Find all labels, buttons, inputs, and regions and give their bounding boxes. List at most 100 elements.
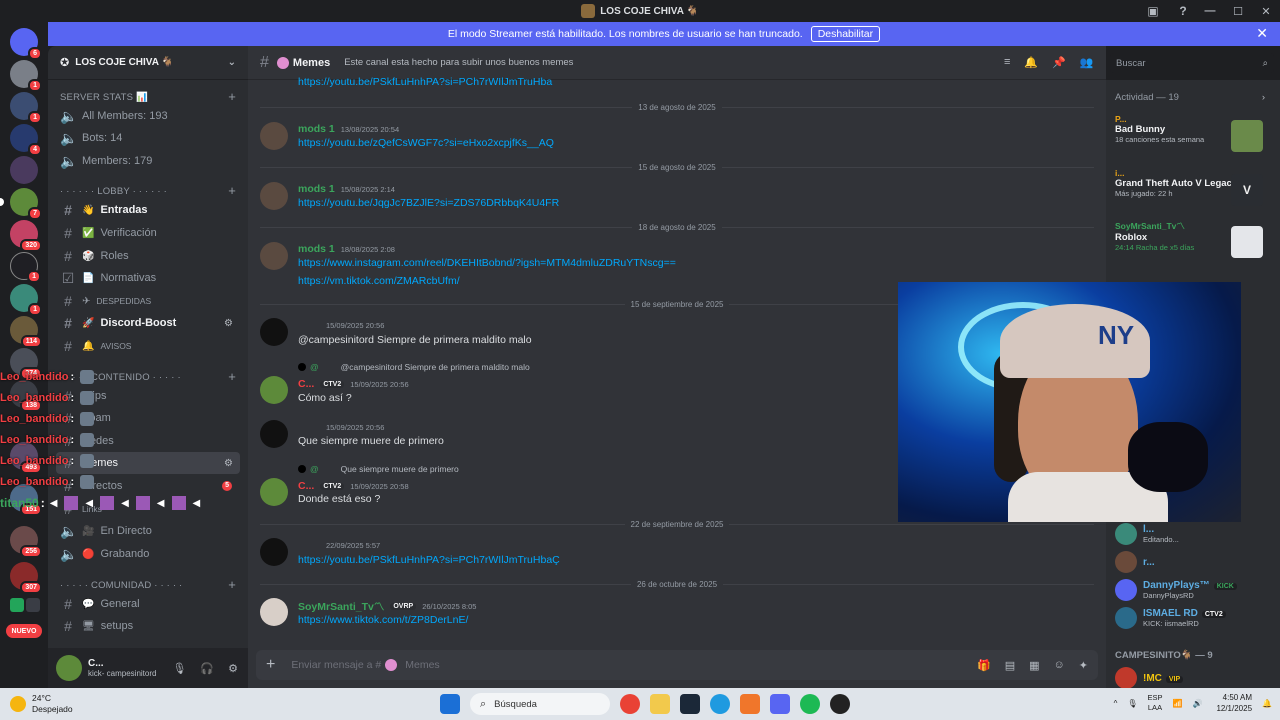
headphones-icon[interactable]: 🎧 (200, 662, 214, 675)
message-composer[interactable]: + Enviar mensaje a # Memes 🎁 ▤ ▦ ☺ ✦ (256, 650, 1098, 680)
close-window-button[interactable]: ✕ (1252, 0, 1280, 22)
avatar[interactable] (260, 242, 288, 270)
threads-icon[interactable]: ≡ (1004, 56, 1010, 69)
add-attachment-icon[interactable]: + (266, 656, 275, 674)
minimize-button[interactable]: — (1196, 0, 1224, 22)
channel-settings-icon[interactable]: ⚙ (224, 318, 236, 329)
server-icon[interactable]: 307 (10, 562, 42, 594)
activity-header[interactable]: Actividad — 19 › (1115, 92, 1265, 103)
channel-discord-boost[interactable]: # 🚀 Discord-Boost ⚙ (56, 312, 240, 334)
file-explorer-icon[interactable] (650, 694, 670, 714)
avatar[interactable] (260, 538, 288, 566)
server-icon[interactable]: 1 (10, 92, 42, 124)
clock[interactable]: 4:50 AM 12/1/2025 (1216, 692, 1252, 714)
add-channel-icon[interactable]: + (228, 370, 236, 383)
avatar[interactable] (260, 182, 288, 210)
message-link[interactable]: https://vm.tiktok.com/ZMARcbUfm/ (298, 275, 460, 287)
reply-preview[interactable]: @ Que siempre muere de primero (298, 464, 459, 474)
discord-icon[interactable] (770, 694, 790, 714)
author-name[interactable]: C... (298, 480, 314, 492)
activity-card[interactable]: i... Grand Theft Auto V Legacy Más jugad… (1115, 168, 1263, 214)
avatar[interactable] (260, 598, 288, 626)
server-icon[interactable]: 256 (10, 526, 42, 558)
inbox-icon[interactable]: ▣ (1145, 3, 1161, 19)
wifi-icon[interactable]: 📶 (1173, 699, 1183, 708)
category-server-stats[interactable]: SERVER STATS 📊 + (60, 90, 236, 103)
server-icon[interactable] (10, 156, 38, 184)
voice-stat-members[interactable]: 🔈 Members: 179 (56, 150, 240, 172)
weather-widget[interactable]: 24°C Despejado (10, 693, 73, 715)
discord-home-icon[interactable]: 6 (10, 28, 42, 60)
microphone-icon[interactable]: 🎙 (1127, 699, 1137, 708)
member-item[interactable]: ISMAEL RD CTV2 KICK: iismaelRD (1115, 606, 1277, 630)
server-header[interactable]: ✪ LOS COJE CHIVA 🐐 ⌄ (48, 46, 248, 80)
message-link[interactable]: https://www.instagram.com/reel/DKEHItBob… (298, 257, 676, 269)
volume-icon[interactable]: 🔊 (1192, 699, 1202, 708)
server-icon[interactable]: 7 (0, 188, 42, 220)
channel-verificacion[interactable]: # ✅ Verificación (56, 222, 240, 244)
start-icon[interactable] (440, 694, 460, 714)
voice-grabando[interactable]: 🔈 🔴 Grabando (56, 543, 240, 565)
apps-icon[interactable]: ✦ (1079, 659, 1088, 672)
close-banner-icon[interactable]: ✕ (1256, 25, 1268, 42)
member-item[interactable]: DannyPlays™ KICK DannyPlaysRD (1115, 578, 1277, 602)
sticker-icon[interactable]: ▦ (1029, 659, 1039, 672)
channel-settings-icon[interactable]: ⚙ (224, 458, 236, 469)
gift-icon[interactable]: 🎁 (977, 659, 991, 672)
channel-roles[interactable]: # 🎲 Roles (56, 245, 240, 267)
spotify-icon[interactable] (800, 694, 820, 714)
server-icon[interactable]: 1 (10, 60, 42, 92)
channel-setups[interactable]: # 🖥 setups (56, 615, 240, 637)
author-name[interactable]: SoyMrSanti_Tv〽 (298, 599, 384, 614)
bell-icon[interactable]: 🔔 (1024, 56, 1038, 69)
message-link[interactable]: https://youtu.be/zQefCsWGF7c?si=eHxo2xcp… (298, 137, 554, 149)
activity-card[interactable]: P... Bad Bunny 18 canciones esta semana (1115, 114, 1263, 160)
server-icon[interactable]: 114 (10, 316, 42, 348)
help-icon[interactable]: ? (1175, 3, 1191, 19)
author-name[interactable]: mods 1 (298, 183, 335, 195)
composer-placeholder[interactable]: Enviar mensaje a # (291, 659, 381, 671)
activity-card[interactable]: SoyMrSanti_Tv〽 Roblox 24:14 Racha de x5 … (1115, 220, 1263, 266)
message-link[interactable]: https://youtu.be/JqgJc7BZJlE?si=ZDS76DRb… (298, 197, 559, 209)
reply-preview[interactable]: @ @campesinitord Siempre de primera maldi… (298, 362, 530, 372)
add-channel-icon[interactable]: + (228, 578, 236, 591)
avatar[interactable] (260, 318, 288, 346)
disable-streamer-button[interactable]: Deshabilitar (810, 26, 881, 42)
user-avatar[interactable] (56, 655, 82, 681)
server-icon[interactable] (10, 598, 24, 612)
language-indicator[interactable]: ESP LAA (1147, 693, 1162, 713)
gif-icon[interactable]: ▤ (1005, 659, 1015, 672)
server-icon[interactable]: 4 (10, 124, 42, 156)
channel-normativas[interactable]: ☑ 📄 Normativas (56, 267, 240, 289)
server-icon[interactable]: 320 (10, 220, 42, 252)
member-item[interactable]: !MC VIP (1115, 666, 1277, 690)
category-lobby[interactable]: · · · · · · LOBBY · · · · · · + (60, 184, 236, 197)
add-channel-icon[interactable]: + (228, 184, 236, 197)
author-name[interactable]: mods 1 (298, 243, 335, 255)
channel-avisos[interactable]: # 🔔 AVISOS (56, 335, 240, 357)
settings-gear-icon[interactable]: ⚙ (228, 662, 238, 675)
notification-bell-icon[interactable]: 🔔 (1262, 699, 1272, 708)
message-link[interactable]: https://www.tiktok.com/t/ZP8DerLnE/ (298, 614, 468, 626)
app-icon[interactable] (740, 694, 760, 714)
avatar[interactable] (260, 420, 288, 448)
server-icon[interactable]: 1 (10, 252, 41, 283)
chrome-icon[interactable] (620, 694, 640, 714)
avatar[interactable] (260, 122, 288, 150)
channel-entradas[interactable]: # 👋 Entradas (56, 199, 240, 221)
member-item[interactable]: r... (1115, 550, 1277, 574)
category-comunidad[interactable]: · · · · · COMUNIDAD · · · · · + (60, 578, 236, 591)
add-channel-icon[interactable]: + (228, 90, 236, 103)
chevron-up-icon[interactable]: ^ (1114, 699, 1118, 708)
emoji-icon[interactable]: ☺ (1054, 659, 1065, 672)
channel-topic[interactable]: Este canal esta hecho para subir unos bu… (344, 57, 573, 68)
steam-icon[interactable] (680, 694, 700, 714)
members-icon[interactable]: 👥 (1080, 56, 1094, 69)
voice-en-directo[interactable]: 🔈 🎥 En Directo (56, 520, 240, 542)
author-name[interactable]: C... (298, 378, 314, 390)
channel-despedidas[interactable]: # ✈ DESPEDIDAS (56, 290, 240, 312)
obs-icon[interactable] (830, 694, 850, 714)
message-link[interactable]: https://youtu.be/PSkfLuHnhPA?si=PCh7rWIl… (298, 554, 560, 566)
search-input[interactable]: Buscar ⌕ (1110, 53, 1274, 73)
microphone-icon[interactable]: 🎙 (172, 662, 186, 675)
